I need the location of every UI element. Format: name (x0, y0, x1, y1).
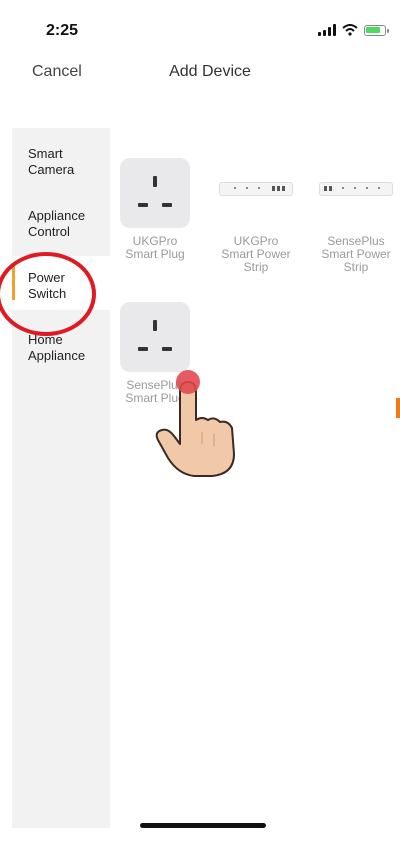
sidebar-item-label: Appliance (28, 208, 86, 223)
product-name: UKGPro Smart Power Strip (214, 235, 298, 274)
navigation-bar: Cancel Add Device (0, 52, 400, 92)
product-name-line: Strip (343, 260, 369, 274)
category-sidebar: Smart Camera Appliance Control Power Swi… (12, 128, 110, 828)
page-title: Add Device (0, 63, 400, 81)
status-bar: 2:25 (0, 0, 400, 44)
page-title-text: Add Device (169, 63, 251, 80)
sidebar-item-smart-camera[interactable]: Smart Camera (12, 146, 110, 200)
status-time: 2:25 (46, 22, 79, 39)
edge-tab-indicator (396, 398, 400, 418)
sidebar-item-label: Appliance (28, 348, 86, 363)
product-ukgpro-smart-plug[interactable]: UKGPro Smart Plug (113, 158, 197, 261)
sidebar-item-home-appliance[interactable]: Home Appliance (12, 332, 110, 386)
battery-icon (364, 24, 389, 36)
highlight-circle-annotation (0, 252, 96, 336)
product-name: SensePlus Smart Power Strip (314, 235, 398, 274)
power-strip-icon (215, 158, 297, 228)
product-name: UKGPro Smart Plug (113, 235, 197, 261)
sidebar-item-label: Camera (28, 162, 75, 177)
plug-icon (120, 158, 190, 228)
status-icons (318, 24, 389, 36)
sidebar-item-label: Smart (28, 146, 63, 161)
product-senseplus-smart-power-strip[interactable]: SensePlus Smart Power Strip (314, 158, 398, 274)
tap-hand-icon (155, 370, 235, 477)
product-ukgpro-smart-power-strip[interactable]: UKGPro Smart Power Strip (214, 158, 298, 274)
power-strip-icon (315, 158, 397, 228)
product-name-line: Smart Plug (125, 247, 185, 261)
cellular-signal-icon (318, 24, 336, 36)
sidebar-item-label: Control (28, 224, 70, 239)
product-name-line: Strip (243, 260, 269, 274)
wifi-icon (342, 24, 358, 36)
home-indicator[interactable] (140, 823, 266, 828)
